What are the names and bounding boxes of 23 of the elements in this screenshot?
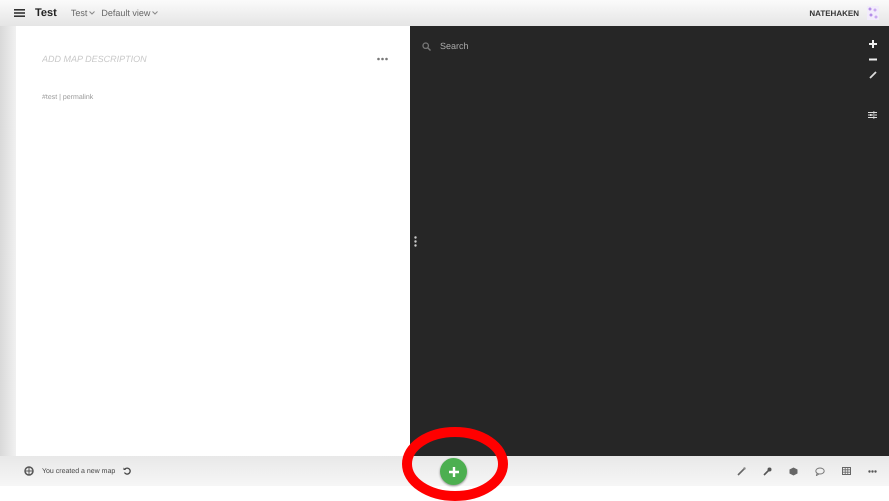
caret-icon [89,11,96,15]
view-dropdown[interactable]: Test [70,8,100,18]
caret-icon [152,11,158,15]
search-icon [422,42,431,50]
username[interactable]: NATEHAKEN [809,8,859,18]
zoom-in-icon[interactable] [868,40,876,48]
more-icon[interactable] [377,57,388,61]
sliders-icon[interactable] [868,111,877,119]
plus-icon [448,466,458,476]
more-icon[interactable] [868,470,877,472]
resize-handle-icon[interactable] [414,236,417,247]
zoom-out-icon[interactable] [868,58,876,61]
menu-icon[interactable] [14,8,25,18]
map-title: Test [35,7,57,19]
grid-icon[interactable] [842,467,851,475]
undo-icon[interactable] [123,467,132,475]
add-button[interactable] [440,458,467,485]
cube-icon[interactable] [789,466,798,476]
wand-icon[interactable] [737,466,746,476]
globe-icon[interactable] [24,466,34,476]
view-dropdown[interactable]: Default view [101,8,162,18]
comment-icon[interactable] [815,466,825,476]
search-field[interactable]: Search [438,40,592,52]
